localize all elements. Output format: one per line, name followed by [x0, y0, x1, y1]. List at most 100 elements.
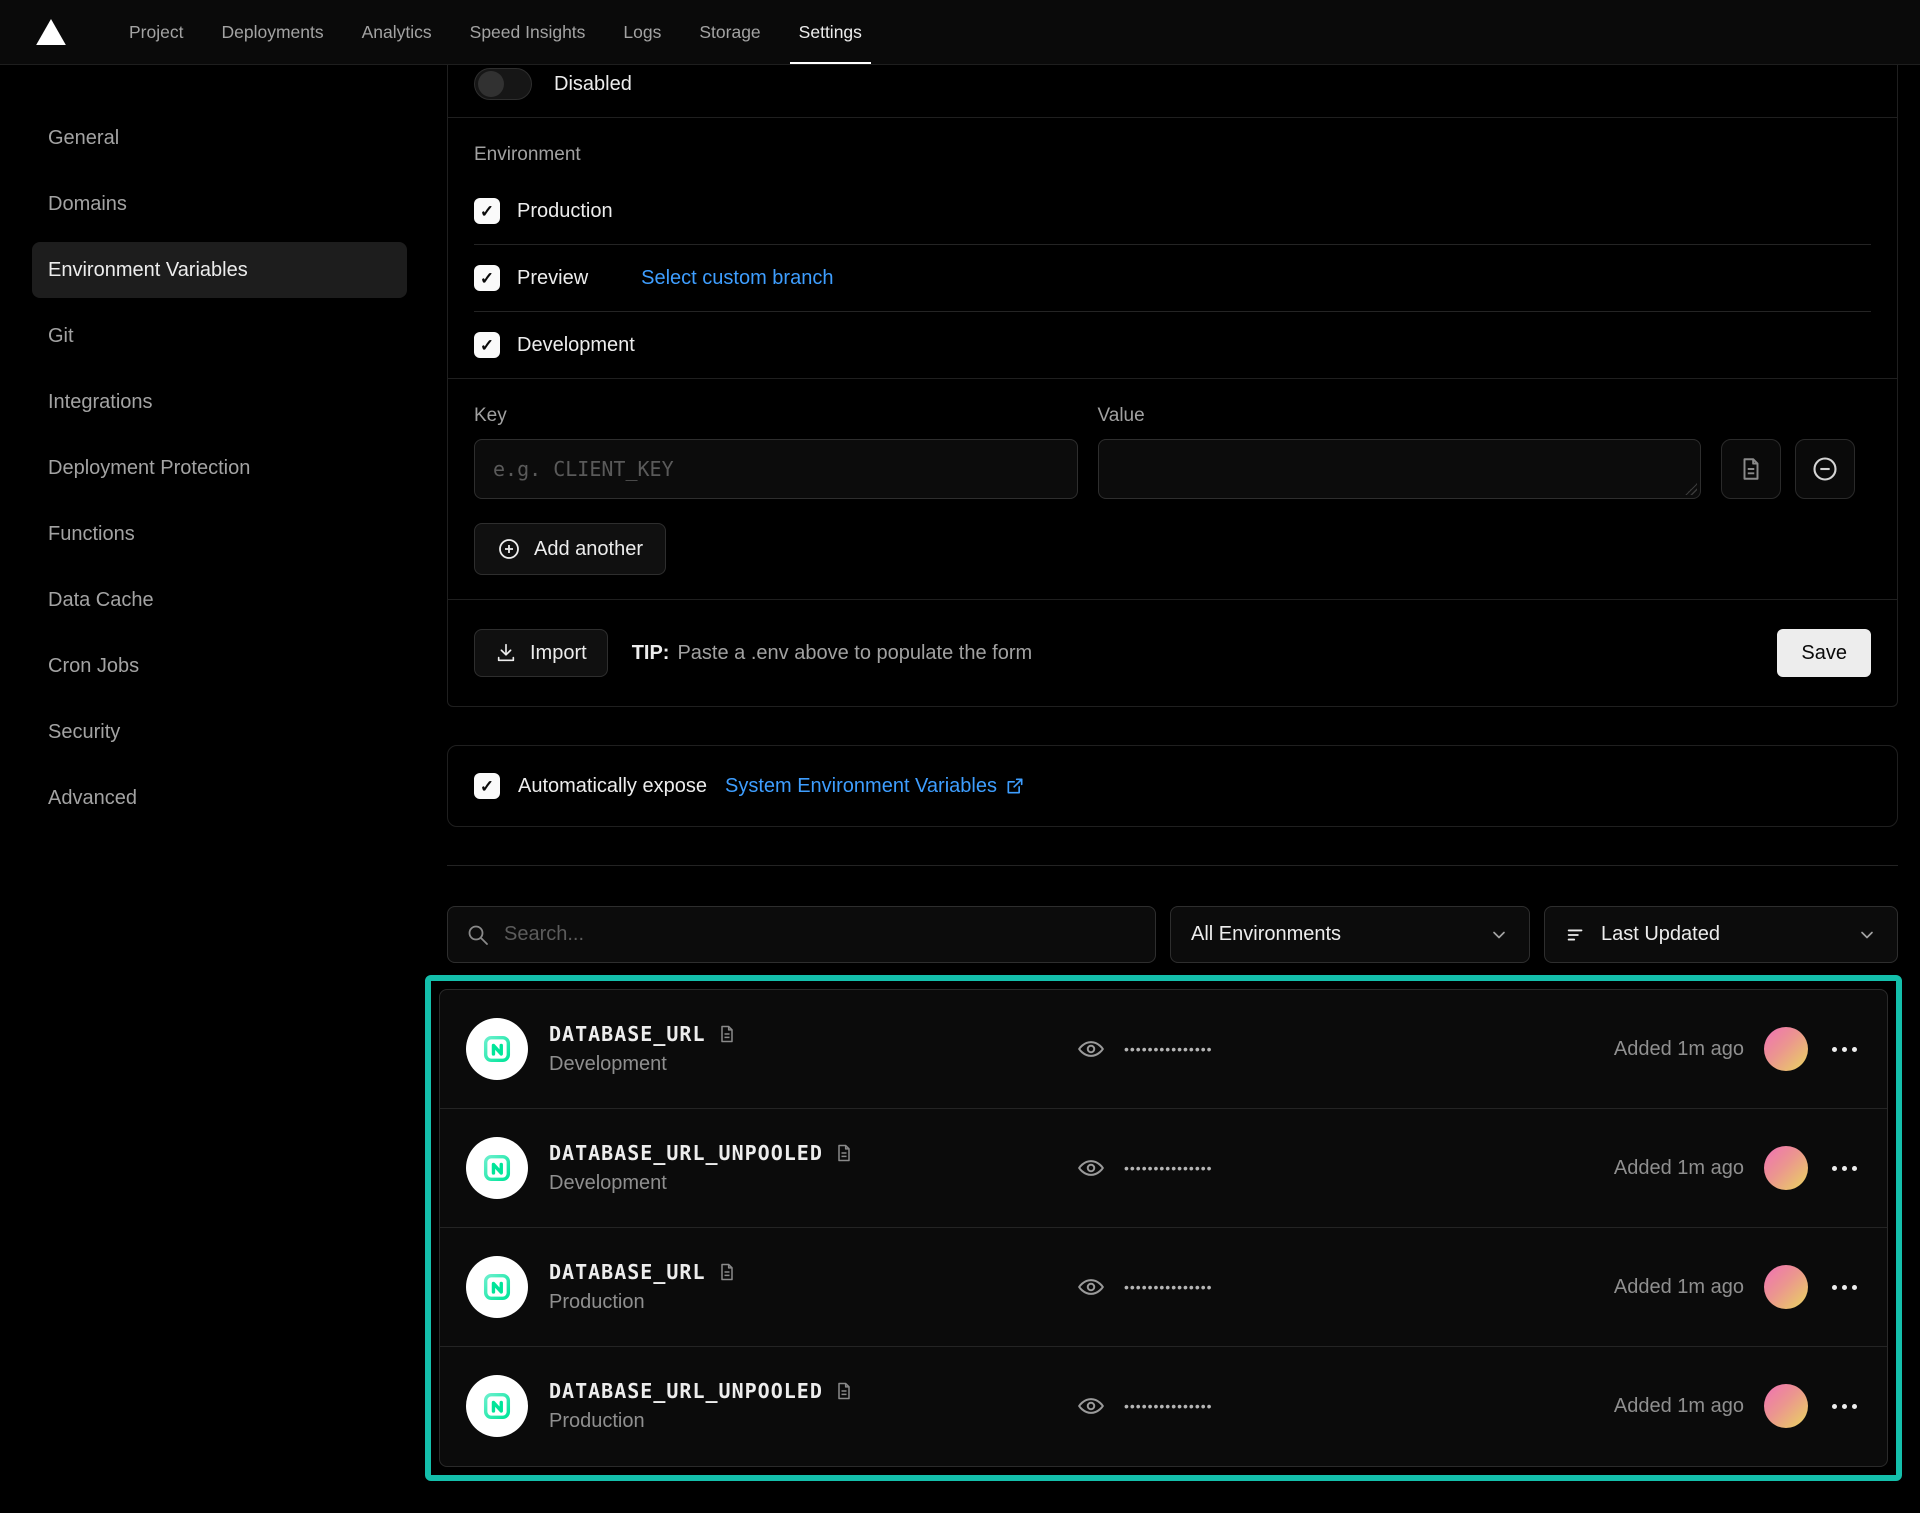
value-input[interactable]	[1098, 439, 1702, 499]
search-icon	[466, 923, 490, 947]
nav-item-analytics[interactable]: Analytics	[343, 0, 451, 64]
auto-expose-box: ✓ Automatically expose System Environmen…	[447, 745, 1898, 827]
sidebar-item-data-cache[interactable]: Data Cache	[32, 572, 407, 628]
variable-row[interactable]: DATABASE_URL Development •••••••••••••••	[440, 990, 1887, 1108]
remove-row-button[interactable]	[1795, 439, 1855, 499]
sort-value: Last Updated	[1601, 923, 1720, 946]
environment-section-label: Environment	[474, 144, 1871, 178]
variable-row[interactable]: DATABASE_URL Production •••••••••••••••	[440, 1228, 1887, 1346]
add-another-button[interactable]: Add another	[474, 523, 666, 575]
external-link-icon	[1005, 776, 1025, 796]
variable-environment: Production	[549, 1410, 854, 1433]
search-box	[447, 906, 1156, 963]
sort-icon	[1565, 924, 1587, 946]
neon-integration-icon	[466, 1137, 528, 1199]
added-timestamp: Added 1m ago	[1614, 1157, 1744, 1180]
variables-list: DATABASE_URL Development •••••••••••••••	[439, 989, 1888, 1467]
preview-label: Preview	[517, 267, 588, 290]
key-label: Key	[474, 405, 1078, 427]
sidebar-item-general[interactable]: General	[32, 110, 407, 166]
note-icon[interactable]	[834, 1143, 854, 1163]
development-label: Development	[517, 334, 635, 357]
document-icon	[1738, 456, 1764, 482]
row-menu-button[interactable]	[1828, 1041, 1861, 1058]
note-icon[interactable]	[834, 1381, 854, 1401]
import-button[interactable]: Import	[474, 629, 608, 677]
variable-row[interactable]: DATABASE_URL_UNPOOLED Production •••••••…	[440, 1347, 1887, 1465]
key-input[interactable]	[474, 439, 1078, 499]
masked-value: •••••••••••••••	[1124, 1160, 1213, 1176]
add-another-label: Add another	[534, 538, 643, 561]
auto-expose-checkbox[interactable]: ✓	[474, 773, 500, 799]
sidebar-item-advanced[interactable]: Advanced	[32, 770, 407, 826]
variable-name: DATABASE_URL_UNPOOLED	[549, 1379, 823, 1403]
environment-filter-dropdown[interactable]: All Environments	[1170, 906, 1530, 963]
disabled-toggle[interactable]	[474, 68, 532, 100]
value-label: Value	[1098, 405, 1702, 427]
nav-item-settings[interactable]: Settings	[780, 0, 881, 64]
variable-environment: Production	[549, 1291, 737, 1314]
auto-expose-label: Automatically expose	[518, 775, 707, 798]
variable-environment: Development	[549, 1053, 737, 1076]
import-label: Import	[530, 642, 587, 665]
nav-item-project[interactable]: Project	[110, 0, 202, 64]
chevron-down-icon	[1857, 925, 1877, 945]
production-check-row: ✓ Production	[474, 178, 1871, 244]
variable-environment: Development	[549, 1172, 854, 1195]
row-menu-button[interactable]	[1828, 1398, 1861, 1415]
disabled-toggle-label: Disabled	[554, 73, 632, 96]
nav-item-speed-insights[interactable]: Speed Insights	[451, 0, 605, 64]
sidebar-item-cron-jobs[interactable]: Cron Jobs	[32, 638, 407, 694]
paste-env-button[interactable]	[1721, 439, 1781, 499]
download-icon	[495, 642, 517, 664]
card-footer: Import TIP:Paste a .env above to populat…	[448, 599, 1897, 706]
variable-name: DATABASE_URL_UNPOOLED	[549, 1141, 823, 1165]
filters-row: All Environments Last Updated	[447, 906, 1898, 963]
sidebar-item-environment-variables[interactable]: Environment Variables	[32, 242, 407, 298]
neon-integration-icon	[466, 1256, 528, 1318]
sidebar-item-security[interactable]: Security	[32, 704, 407, 760]
row-menu-button[interactable]	[1828, 1160, 1861, 1177]
sidebar-item-integrations[interactable]: Integrations	[32, 374, 407, 430]
note-icon[interactable]	[717, 1024, 737, 1044]
sort-dropdown[interactable]: Last Updated	[1544, 906, 1898, 963]
sidebar-item-functions[interactable]: Functions	[32, 506, 407, 562]
eye-icon[interactable]	[1076, 1272, 1106, 1302]
sidebar-item-git[interactable]: Git	[32, 308, 407, 364]
added-timestamp: Added 1m ago	[1614, 1276, 1744, 1299]
search-input[interactable]	[504, 923, 1137, 946]
add-variable-card: Disabled Environment ✓ Production ✓ Prev…	[447, 65, 1898, 707]
save-button[interactable]: Save	[1777, 629, 1871, 677]
production-checkbox[interactable]: ✓	[474, 198, 500, 224]
sidebar-item-deployment-protection[interactable]: Deployment Protection	[32, 440, 407, 496]
masked-value: •••••••••••••••	[1124, 1398, 1213, 1414]
top-navigation: Project Deployments Analytics Speed Insi…	[0, 0, 1920, 65]
eye-icon[interactable]	[1076, 1391, 1106, 1421]
eye-icon[interactable]	[1076, 1153, 1106, 1183]
variable-row[interactable]: DATABASE_URL_UNPOOLED Development ••••••…	[440, 1109, 1887, 1227]
disabled-toggle-row: Disabled	[448, 65, 1897, 117]
nav-item-logs[interactable]: Logs	[604, 0, 680, 64]
row-menu-button[interactable]	[1828, 1279, 1861, 1296]
added-timestamp: Added 1m ago	[1614, 1038, 1744, 1061]
preview-checkbox[interactable]: ✓	[474, 265, 500, 291]
sidebar-item-domains[interactable]: Domains	[32, 176, 407, 232]
development-check-row: ✓ Development	[474, 312, 1871, 378]
preview-check-row: ✓ Preview Select custom branch	[474, 245, 1871, 311]
note-icon[interactable]	[717, 1262, 737, 1282]
nav-item-storage[interactable]: Storage	[680, 0, 779, 64]
vercel-logo-icon[interactable]	[36, 19, 66, 45]
minus-circle-icon	[1811, 455, 1839, 483]
value-input-wrapper	[1098, 439, 1702, 499]
development-checkbox[interactable]: ✓	[474, 332, 500, 358]
system-env-variables-link[interactable]: System Environment Variables	[725, 775, 1025, 798]
variable-name: DATABASE_URL	[549, 1022, 706, 1046]
nav-item-deployments[interactable]: Deployments	[202, 0, 342, 64]
settings-sidebar: General Domains Environment Variables Gi…	[0, 65, 447, 1513]
select-custom-branch-link[interactable]: Select custom branch	[641, 267, 833, 290]
eye-icon[interactable]	[1076, 1034, 1106, 1064]
masked-value: •••••••••••••••	[1124, 1279, 1213, 1295]
environment-section: Environment ✓ Production ✓ Preview Selec…	[448, 118, 1897, 378]
production-label: Production	[517, 200, 613, 223]
plus-circle-icon	[497, 537, 521, 561]
